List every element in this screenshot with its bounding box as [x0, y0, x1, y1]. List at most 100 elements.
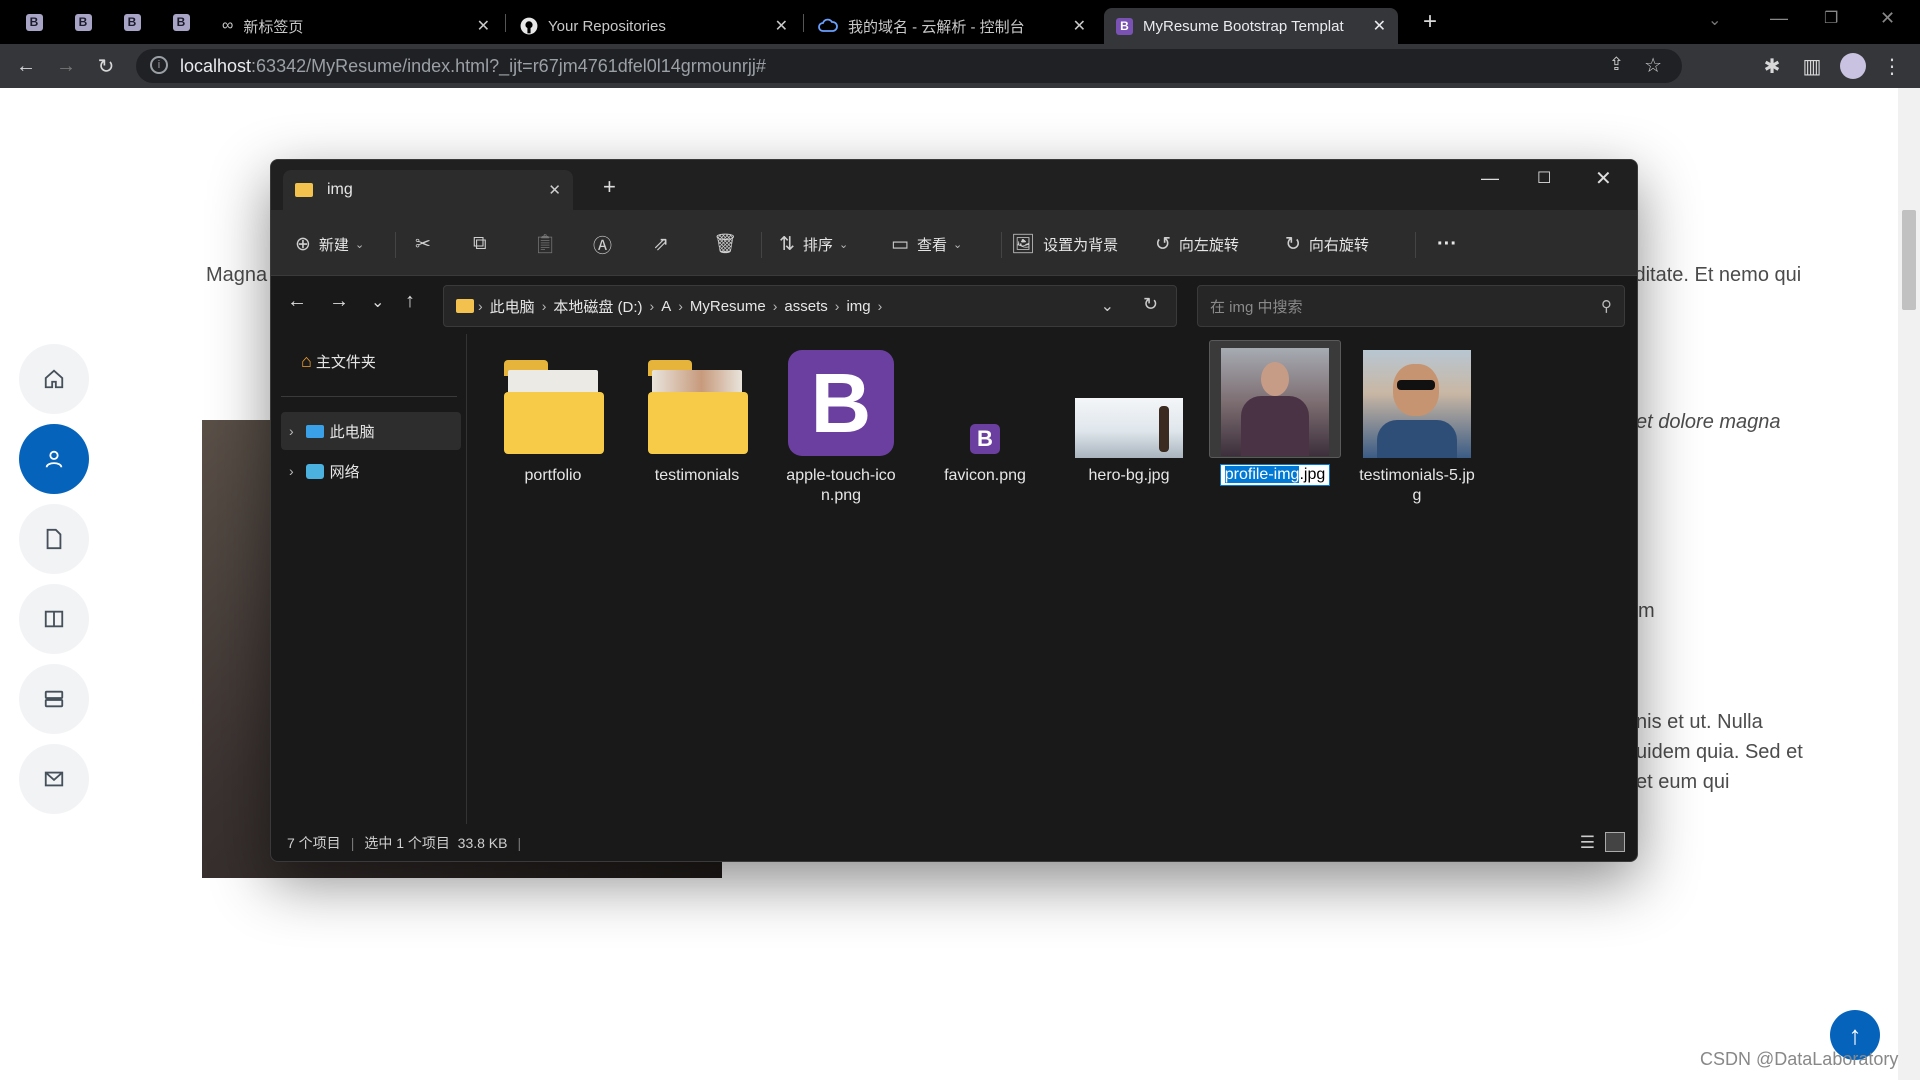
close-icon[interactable]: ✕	[1073, 16, 1086, 36]
breadcrumb-assets[interactable]: assets	[784, 298, 827, 315]
nav-resume-button[interactable]	[19, 504, 89, 574]
image-thumbnail	[1074, 348, 1184, 458]
extensions-puzzle-icon[interactable]: ✱	[1760, 54, 1784, 78]
chevron-right-icon[interactable]: ›	[289, 423, 294, 439]
reload-icon[interactable]: ↻	[94, 54, 118, 78]
explorer-new-tab-button[interactable]: +	[603, 174, 616, 200]
desktop-image-icon: 🖼︎	[1011, 234, 1036, 255]
pinned-tab-3[interactable]: B	[112, 8, 152, 36]
breadcrumb-img[interactable]: img	[846, 298, 870, 315]
new-tab-button[interactable]: +	[1416, 8, 1444, 36]
tab-label: MyResume Bootstrap Templat	[1143, 17, 1344, 35]
rename-selection: profile-img	[1224, 466, 1300, 483]
pinned-tab-4[interactable]: B	[161, 8, 201, 36]
breadcrumb[interactable]: › 此电脑 › 本地磁盘 (D:) › A › MyResume › assets › i…	[443, 285, 1177, 327]
nav-contact-button[interactable]	[19, 744, 89, 814]
pinned-tab-1[interactable]: B	[14, 8, 54, 36]
nav-services-button[interactable]	[19, 664, 89, 734]
sort-button[interactable]: ⇅ 排序 ⌄	[779, 232, 848, 256]
forward-arrow-icon[interactable]: →	[329, 290, 349, 313]
pinned-tab-2[interactable]: B	[63, 8, 103, 36]
star-icon[interactable]: ☆	[1644, 53, 1662, 78]
file-item[interactable]: portfolio	[493, 348, 613, 486]
file-item[interactable]: testimonials-5.jpg	[1357, 348, 1477, 506]
rename-field[interactable]: profile-img.jpg	[1216, 464, 1334, 486]
profile-avatar[interactable]	[1840, 53, 1866, 79]
nav-home-button[interactable]	[19, 344, 89, 414]
browser-toolbar: ← → ↻ i localhost:63342/MyResume/index.h…	[0, 44, 1920, 88]
chevron-right-icon: ›	[772, 298, 778, 314]
minimize-icon[interactable]: —	[1481, 168, 1499, 189]
nav-this-pc[interactable]: › 此电脑	[281, 412, 461, 450]
address-bar[interactable]: i localhost:63342/MyResume/index.html?_i…	[136, 49, 1682, 83]
tab-your-repositories[interactable]: Your Repositories ✕	[508, 8, 800, 44]
divider: |	[517, 835, 522, 851]
view-button[interactable]: ▭ 查看 ⌄	[891, 232, 962, 256]
breadcrumb-this-pc[interactable]: 此电脑	[490, 296, 535, 317]
close-window-icon[interactable]: ✕	[1880, 8, 1895, 29]
chevron-right-icon: ›	[541, 298, 547, 314]
tab-new-tab[interactable]: ∞ 新标签页 ✕	[210, 8, 502, 44]
kebab-menu-icon[interactable]: ⋮	[1880, 54, 1904, 78]
page-scrollbar-thumb[interactable]	[1902, 210, 1916, 310]
forward-arrow-icon[interactable]: →	[54, 54, 78, 78]
page-text-right-5: uidem quia. Sed et	[1636, 741, 1803, 763]
file-item[interactable]: testimonials	[637, 348, 757, 486]
share-icon[interactable]: ⇪	[1609, 54, 1624, 75]
tab-domain-console[interactable]: 我的域名 - 云解析 - 控制台 ✕	[806, 8, 1098, 44]
breadcrumb-myresume[interactable]: MyResume	[690, 298, 766, 315]
search-input[interactable]: 在 img 中搜索 ⚲	[1197, 285, 1625, 327]
image-thumbnail	[1362, 348, 1472, 458]
tab-myresume[interactable]: B MyResume Bootstrap Templat ✕	[1104, 8, 1398, 44]
nav-portfolio-button[interactable]	[19, 584, 89, 654]
paste-button[interactable]: 📋︎	[533, 232, 565, 256]
file-item[interactable]: B apple-touch-icon.png	[781, 348, 901, 506]
chevron-right-icon[interactable]: ›	[289, 463, 294, 479]
rotate-left-icon: ↺	[1155, 233, 1171, 255]
back-arrow-icon[interactable]: ←	[14, 54, 38, 78]
side-panel-icon[interactable]: ▥	[1800, 54, 1824, 78]
breadcrumb-a[interactable]: A	[661, 298, 671, 315]
up-arrow-icon[interactable]: ↑	[405, 290, 415, 313]
close-icon[interactable]: ✕	[775, 16, 788, 36]
recent-locations-chevron-icon[interactable]: ⌄	[371, 292, 384, 312]
set-background-button[interactable]: 🖼︎ 设置为背景	[1011, 232, 1118, 256]
navigation-pane: ⌂ 主文件夹 › 此电脑 › 网络	[271, 334, 467, 824]
explorer-tab-img[interactable]: img ✕	[283, 170, 573, 210]
info-icon[interactable]: i	[150, 56, 168, 74]
close-icon[interactable]: ✕	[548, 181, 561, 199]
rename-button[interactable]: Ⓐ	[593, 232, 620, 257]
page-text-right-6: et eum qui	[1636, 771, 1730, 793]
explorer-command-bar: ⊕ 新建 ⌄ ✂ ⧉ 📋︎ Ⓐ ⇗ 🗑︎ ⇅ 排序 ⌄ ▭ 查看 ⌄ 🖼︎ 设置为背景 ↺ 向左…	[271, 210, 1637, 276]
more-options-button[interactable]: ···	[1437, 232, 1457, 256]
close-icon[interactable]: ✕	[1373, 16, 1386, 36]
nav-home-folder[interactable]: ⌂ 主文件夹	[301, 342, 481, 380]
file-explorer-window: img ✕ + — ☐ ✕ ⊕ 新建 ⌄ ✂ ⧉ 📋︎ Ⓐ ⇗ 🗑︎ ⇅ 排序 ⌄ ▭ 查…	[270, 159, 1638, 862]
cut-button[interactable]: ✂	[415, 232, 439, 256]
rotate-left-button[interactable]: ↺ 向左旋转	[1155, 232, 1239, 256]
close-window-icon[interactable]: ✕	[1595, 166, 1612, 191]
maximize-icon[interactable]: ☐	[1537, 168, 1551, 188]
file-item[interactable]: B favicon.png	[925, 348, 1045, 486]
new-button[interactable]: ⊕ 新建 ⌄	[295, 232, 364, 256]
tab-search-chevron-icon[interactable]: ⌄	[1708, 10, 1721, 30]
plus-circle-icon: ⊕	[295, 233, 311, 255]
nav-about-button[interactable]	[19, 424, 89, 494]
copy-button[interactable]: ⧉	[473, 232, 495, 256]
back-arrow-icon[interactable]: ←	[287, 290, 307, 313]
rotate-right-button[interactable]: ↻ 向右旋转	[1285, 232, 1369, 256]
file-item-selected[interactable]: profile-img.jpg	[1209, 340, 1341, 490]
restore-icon[interactable]: ❐	[1824, 8, 1838, 28]
rotate-left-label: 向左旋转	[1178, 236, 1239, 254]
large-icons-view-icon[interactable]	[1605, 832, 1625, 852]
close-icon[interactable]: ✕	[477, 16, 490, 36]
nav-network[interactable]: › 网络	[281, 452, 461, 490]
share-button[interactable]: ⇗	[653, 232, 677, 256]
details-view-icon[interactable]: ☰	[1580, 833, 1595, 853]
address-dropdown-icon[interactable]: ⌄	[1101, 296, 1114, 316]
minimize-icon[interactable]: —	[1770, 8, 1788, 29]
refresh-icon[interactable]: ↻	[1143, 294, 1158, 315]
breadcrumb-drive-d[interactable]: 本地磁盘 (D:)	[553, 296, 642, 317]
delete-button[interactable]: 🗑︎	[713, 232, 745, 256]
file-item[interactable]: hero-bg.jpg	[1069, 348, 1189, 486]
